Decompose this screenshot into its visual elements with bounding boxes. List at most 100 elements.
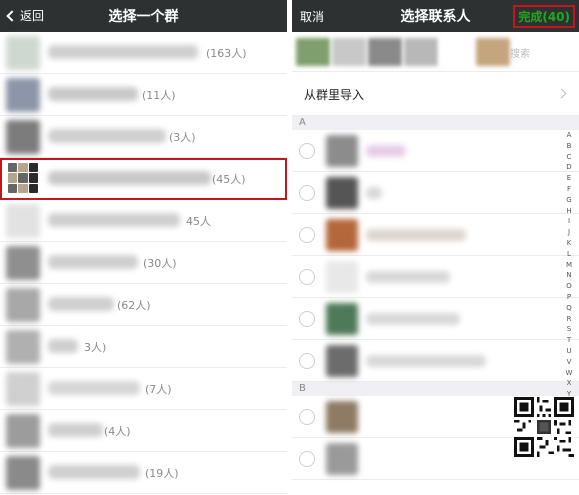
- selected-avatar[interactable]: [296, 38, 330, 66]
- radio-unchecked-icon[interactable]: [299, 409, 315, 425]
- qr-code-icon: [514, 397, 574, 457]
- index-letter[interactable]: W: [566, 368, 573, 379]
- group-row[interactable]: (30人): [0, 242, 287, 284]
- contact-avatar: [326, 401, 358, 433]
- group-name-blurred: [48, 297, 114, 311]
- radio-unchecked-icon[interactable]: [299, 143, 315, 159]
- group-member-count: (30人): [143, 257, 177, 270]
- group-row[interactable]: (163人): [0, 32, 287, 74]
- search-input[interactable]: 搜索: [510, 45, 530, 60]
- contact-name-blurred: [366, 187, 382, 199]
- radio-unchecked-icon[interactable]: [299, 451, 315, 467]
- contact-avatar: [326, 261, 358, 293]
- group-member-count: (3人): [169, 131, 196, 144]
- selected-avatar[interactable]: [476, 38, 510, 66]
- group-list: (163人) (11人) (3人) (45人) 45人 (30人) (62人) …: [0, 32, 287, 494]
- contact-name-blurred: [366, 229, 466, 241]
- alphabet-index[interactable]: ABCDEFGHIJKLMNOPQRSTUVWXYZ#: [563, 130, 575, 422]
- selected-avatar[interactable]: [404, 38, 438, 66]
- group-name-blurred: [48, 381, 140, 395]
- index-letter[interactable]: G: [566, 195, 571, 206]
- radio-unchecked-icon[interactable]: [299, 353, 315, 369]
- group-name-blurred: [48, 255, 138, 269]
- selected-avatar[interactable]: [440, 38, 474, 66]
- radio-unchecked-icon[interactable]: [299, 311, 315, 327]
- contact-avatar: [326, 303, 358, 335]
- contact-row[interactable]: [292, 256, 579, 298]
- group-name-blurred: [48, 423, 103, 437]
- group-row[interactable]: (3人): [0, 116, 287, 158]
- index-letter[interactable]: F: [567, 184, 571, 195]
- index-letter[interactable]: C: [567, 152, 572, 163]
- group-avatar: [6, 414, 40, 448]
- contact-row[interactable]: [292, 340, 579, 382]
- index-letter[interactable]: N: [566, 270, 571, 281]
- radio-unchecked-icon[interactable]: [299, 185, 315, 201]
- group-name-blurred: [48, 465, 140, 479]
- contact-name-blurred: [366, 271, 450, 283]
- group-member-count: (19人): [145, 467, 179, 480]
- select-contacts-panel: 取消 选择联系人 完成(40) 搜索 从群里导入 A B A B C D E F…: [292, 0, 579, 495]
- group-row[interactable]: (62人): [0, 284, 287, 326]
- index-letter[interactable]: P: [567, 292, 571, 303]
- contact-avatar: [326, 177, 358, 209]
- group-member-count: (62人): [117, 299, 151, 312]
- index-letter[interactable]: L: [567, 249, 571, 260]
- group-row[interactable]: (4人): [0, 410, 287, 452]
- contact-row[interactable]: [292, 298, 579, 340]
- index-letter[interactable]: J: [568, 227, 570, 238]
- index-letter[interactable]: M: [566, 260, 572, 271]
- group-member-count: (11人): [142, 89, 176, 102]
- group-member-count: (163人): [206, 47, 247, 60]
- left-nav-bar: 返回 选择一个群: [0, 0, 287, 32]
- selected-avatar[interactable]: [332, 38, 366, 66]
- group-name-blurred: [48, 339, 78, 353]
- group-avatar-grid: [8, 163, 38, 193]
- right-nav-bar: 取消 选择联系人 完成(40): [292, 0, 579, 32]
- index-letter[interactable]: U: [566, 346, 571, 357]
- selected-avatar[interactable]: [368, 38, 402, 66]
- done-button[interactable]: 完成(40): [513, 5, 575, 28]
- group-member-count: 3人): [84, 341, 107, 354]
- group-row-selected[interactable]: (45人): [0, 158, 287, 200]
- group-row[interactable]: (7人): [0, 368, 287, 410]
- index-letter[interactable]: Q: [566, 303, 572, 314]
- group-avatar: [6, 456, 40, 490]
- index-letter[interactable]: H: [566, 206, 571, 217]
- index-letter[interactable]: R: [567, 314, 572, 325]
- index-letter[interactable]: E: [567, 173, 571, 184]
- index-letter[interactable]: I: [568, 216, 570, 227]
- contact-avatar: [326, 135, 358, 167]
- import-from-group-row[interactable]: 从群里导入: [292, 72, 579, 116]
- group-row[interactable]: 45人: [0, 200, 287, 242]
- contact-row[interactable]: [292, 172, 579, 214]
- chevron-right-icon: [556, 88, 567, 99]
- group-avatar: [6, 288, 40, 322]
- index-letter[interactable]: A: [567, 130, 572, 141]
- group-name-blurred: [48, 213, 180, 227]
- selected-avatars: [296, 38, 510, 66]
- group-row[interactable]: (11人): [0, 74, 287, 116]
- qr-code-graphic: [514, 397, 574, 457]
- radio-unchecked-icon[interactable]: [299, 227, 315, 243]
- index-letter[interactable]: T: [567, 335, 571, 346]
- group-avatar: [6, 36, 40, 70]
- index-letter[interactable]: B: [567, 141, 572, 152]
- contact-row[interactable]: [292, 130, 579, 172]
- radio-unchecked-icon[interactable]: [299, 269, 315, 285]
- group-row[interactable]: (19人): [0, 452, 287, 494]
- contact-name-blurred: [366, 145, 406, 157]
- contact-avatar: [326, 443, 358, 475]
- index-letter[interactable]: D: [566, 162, 571, 173]
- contact-row[interactable]: [292, 214, 579, 256]
- group-avatar: [6, 78, 40, 112]
- index-letter[interactable]: X: [567, 378, 572, 389]
- contact-name-blurred: [366, 313, 460, 325]
- index-letter[interactable]: V: [567, 357, 572, 368]
- group-row[interactable]: 3人): [0, 326, 287, 368]
- contact-avatar: [326, 345, 358, 377]
- index-letter[interactable]: O: [566, 281, 572, 292]
- group-name-blurred: [48, 171, 211, 185]
- index-letter[interactable]: K: [567, 238, 572, 249]
- index-letter[interactable]: S: [567, 324, 571, 335]
